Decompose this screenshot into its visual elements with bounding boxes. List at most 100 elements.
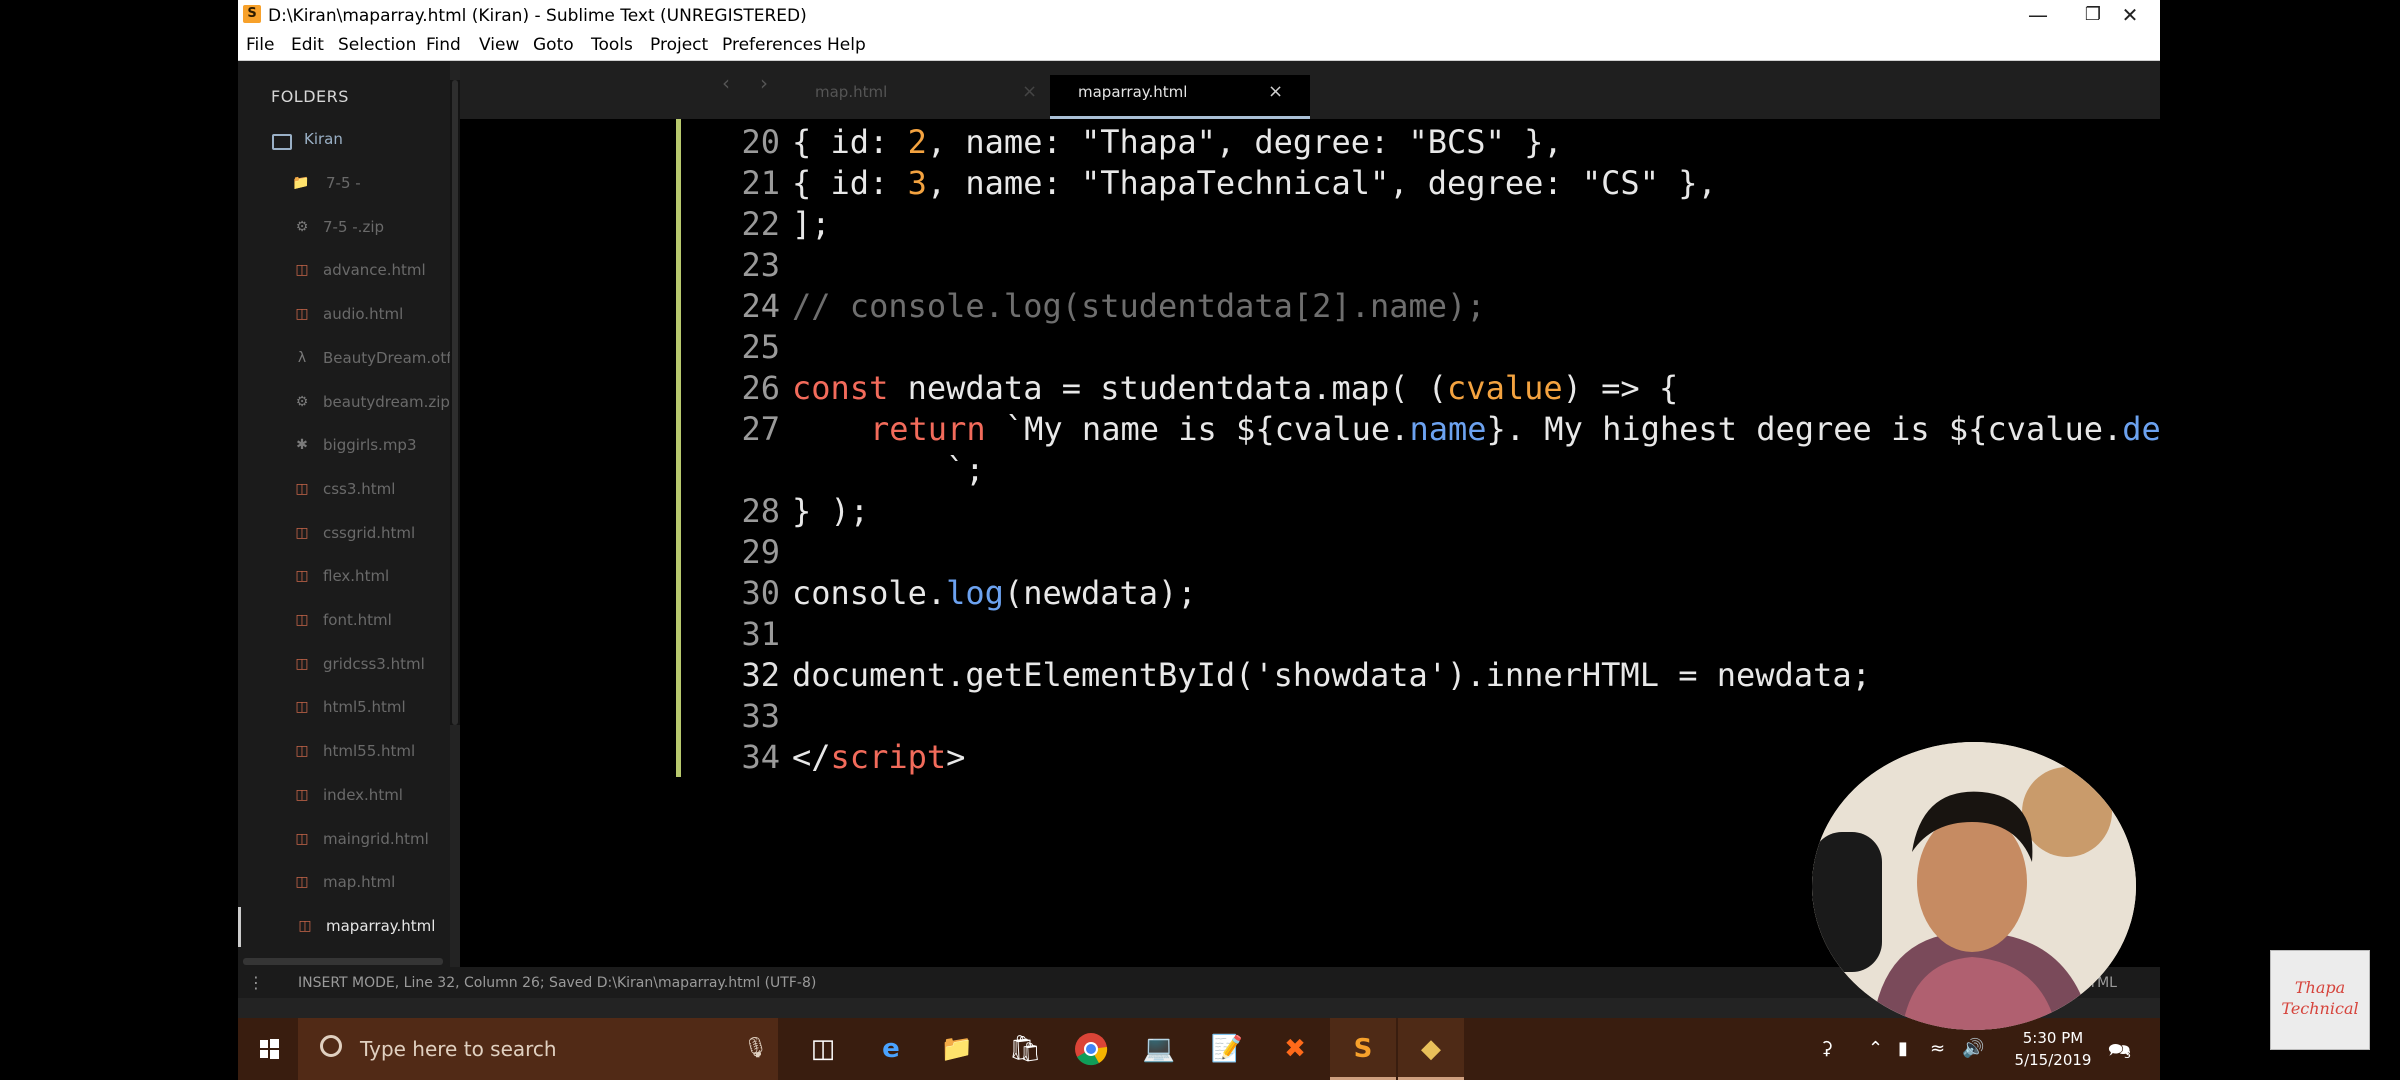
line-number: 27	[741, 410, 780, 448]
menu-view[interactable]: View	[479, 35, 519, 55]
tab-close-icon[interactable]: ×	[1268, 81, 1283, 102]
sidebar-item[interactable]: ◫ gridcss3.html	[238, 645, 450, 685]
code-line-27[interactable]: return `My name is ${cvalue.name}. My hi…	[870, 410, 2160, 448]
html-file-icon: ◫	[295, 262, 309, 279]
html-file-icon: ◫	[295, 524, 309, 541]
sidebar-item[interactable]: ◫ font.html	[238, 601, 450, 641]
sidebar-item[interactable]: ◫ css3.html	[238, 470, 450, 510]
menu-tools[interactable]: Tools	[591, 35, 633, 55]
menu-find[interactable]: Find	[426, 35, 461, 55]
code-line-27-wrap[interactable]: `;	[946, 451, 985, 489]
file-explorer-icon[interactable]: 📁	[924, 1018, 990, 1080]
sidebar-item[interactable]: ⚙ beautydream.zip	[238, 383, 450, 423]
menu-project[interactable]: Project	[650, 35, 708, 55]
close-window-button[interactable]: ✕	[2100, 0, 2160, 30]
task-view-icon[interactable]: ◫	[790, 1018, 856, 1080]
people-icon[interactable]: ⚳	[1820, 1038, 1833, 1059]
code-line-34[interactable]: </script>	[792, 738, 965, 776]
show-hidden-icons[interactable]: ⌃	[1868, 1038, 1883, 1059]
store-icon[interactable]: 🛍	[992, 1018, 1058, 1080]
code-line-30[interactable]: console.log(newdata);	[792, 574, 1197, 612]
clock-date: 5/15/2019	[2014, 1051, 2092, 1069]
sidebar-root-folder[interactable]: Kiran	[238, 120, 450, 160]
line-number: 34	[741, 738, 780, 776]
battery-icon[interactable]: ▮	[1898, 1038, 1908, 1059]
sidebar-item[interactable]: ◫ advance.html	[238, 251, 450, 291]
sidebar-item[interactable]: ✱ biggirls.mp3	[238, 426, 450, 466]
app-icon-blue[interactable]: 💻	[1126, 1018, 1192, 1080]
tab-nav-back-icon[interactable]: ‹	[722, 71, 730, 95]
sidebar-item[interactable]: ⚙ 7-5 -.zip	[238, 208, 450, 248]
webcam-overlay	[1812, 742, 2136, 1030]
html-file-icon: ◫	[295, 699, 309, 716]
tab-maparray-html[interactable]: maparray.html ×	[1050, 75, 1310, 119]
sidebar-horizontal-scrollbar[interactable]	[243, 958, 443, 965]
start-button[interactable]	[238, 1018, 298, 1080]
microphone-icon[interactable]: 🎙	[743, 1035, 768, 1059]
sidebar-scrollbar[interactable]	[450, 80, 460, 725]
menu-selection[interactable]: Selection	[338, 35, 416, 55]
modified-lines-indicator	[676, 119, 681, 777]
chrome-icon[interactable]	[1058, 1018, 1124, 1080]
line-number: 24	[741, 287, 780, 325]
sidebar-item-label: gridcss3.html	[323, 654, 425, 673]
sidebar-item[interactable]: λ BeautyDream.otf	[238, 339, 450, 379]
sidebar-item[interactable]: ◫ map.html	[238, 863, 450, 903]
window-title: D:\Kiran\maparray.html (Kiran) - Sublime…	[268, 6, 807, 26]
taskbar-clock[interactable]: 5:30 PM 5/15/2019	[2008, 1027, 2098, 1071]
volume-icon[interactable]: 🔊	[1962, 1038, 1984, 1059]
status-menu-icon[interactable]: ⋮	[248, 973, 264, 992]
code-line-22[interactable]: ];	[792, 205, 831, 243]
sidebar-item[interactable]: ◫ flex.html	[238, 557, 450, 597]
code-line-20[interactable]: { id: 2, name: "Thapa", degree: "BCS" },	[792, 123, 1563, 161]
tab-map-html[interactable]: map.html ×	[797, 75, 1049, 119]
code-line-26[interactable]: const newdata = studentdata.map( (cvalue…	[792, 369, 1678, 407]
sidebar-item[interactable]: ◫ maingrid.html	[238, 820, 450, 860]
line-number: 26	[741, 369, 780, 407]
menu-file[interactable]: File	[246, 35, 274, 55]
html-file-icon: ◫	[295, 655, 309, 672]
menu-help[interactable]: Help	[827, 35, 866, 55]
menu-bar: File Edit Selection Find View Goto Tools…	[238, 30, 2160, 61]
sidebar-item[interactable]: 📁 7-5 -	[238, 164, 450, 204]
sidebar-scroll-thumb[interactable]	[452, 80, 458, 725]
sidebar-item-label: advance.html	[323, 261, 426, 280]
minimize-button[interactable]: —	[2008, 0, 2068, 30]
menu-edit[interactable]: Edit	[291, 35, 324, 55]
line-number: 20	[741, 123, 780, 161]
sublime-app-icon: S	[243, 5, 261, 23]
sidebar-item[interactable]: ◫ html55.html	[238, 732, 450, 772]
code-line-32[interactable]: document.getElementById('showdata').inne…	[792, 656, 1871, 694]
tab-close-icon[interactable]: ×	[1022, 81, 1037, 102]
sidebar-item[interactable]: ◫ html5.html	[238, 688, 450, 728]
html-file-icon: ◫	[295, 612, 309, 628]
notepad-icon[interactable]: 📝	[1194, 1018, 1260, 1080]
font-file-icon: λ	[297, 349, 307, 366]
code-line-28[interactable]: } );	[792, 492, 869, 530]
clock-time: 5:30 PM	[2022, 1029, 2084, 1047]
folder-icon: 📁	[292, 175, 310, 191]
tab-nav-forward-icon[interactable]: ›	[760, 71, 768, 95]
line-number: 21	[741, 164, 780, 202]
html-file-icon: ◫	[295, 306, 309, 323]
sidebar-item-label: cssgrid.html	[323, 523, 416, 542]
code-line-21[interactable]: { id: 3, name: "ThapaTechnical", degree:…	[792, 164, 1717, 202]
xampp-icon[interactable]: ✖	[1262, 1018, 1328, 1080]
wifi-icon[interactable]: ≈	[1930, 1038, 1945, 1059]
git-taskbar-icon[interactable]: ◆	[1398, 1018, 1464, 1080]
html-file-icon: ◫	[295, 568, 309, 585]
cortana-circle-icon	[320, 1035, 342, 1057]
taskbar-search-box[interactable]: Type here to search 🎙	[298, 1018, 778, 1080]
sidebar-item[interactable]: ◫ index.html	[238, 776, 450, 816]
sidebar-item[interactable]: ◫ audio.html	[238, 295, 450, 335]
sidebar-item[interactable]: ◫ cssgrid.html	[238, 514, 450, 554]
menu-preferences[interactable]: Preferences	[722, 35, 822, 55]
edge-browser-icon[interactable]: e	[858, 1018, 924, 1080]
folders-header: FOLDERS	[271, 87, 349, 106]
sublime-taskbar-icon[interactable]: S	[1330, 1018, 1396, 1080]
sidebar-item[interactable]: ◫ maparray.html	[238, 906, 450, 947]
code-line-24-comment[interactable]: // console.log(studentdata[2].name);	[792, 287, 1486, 325]
html-file-icon: ◫	[295, 874, 309, 891]
line-number: 23	[741, 246, 780, 284]
menu-goto[interactable]: Goto	[533, 35, 574, 55]
